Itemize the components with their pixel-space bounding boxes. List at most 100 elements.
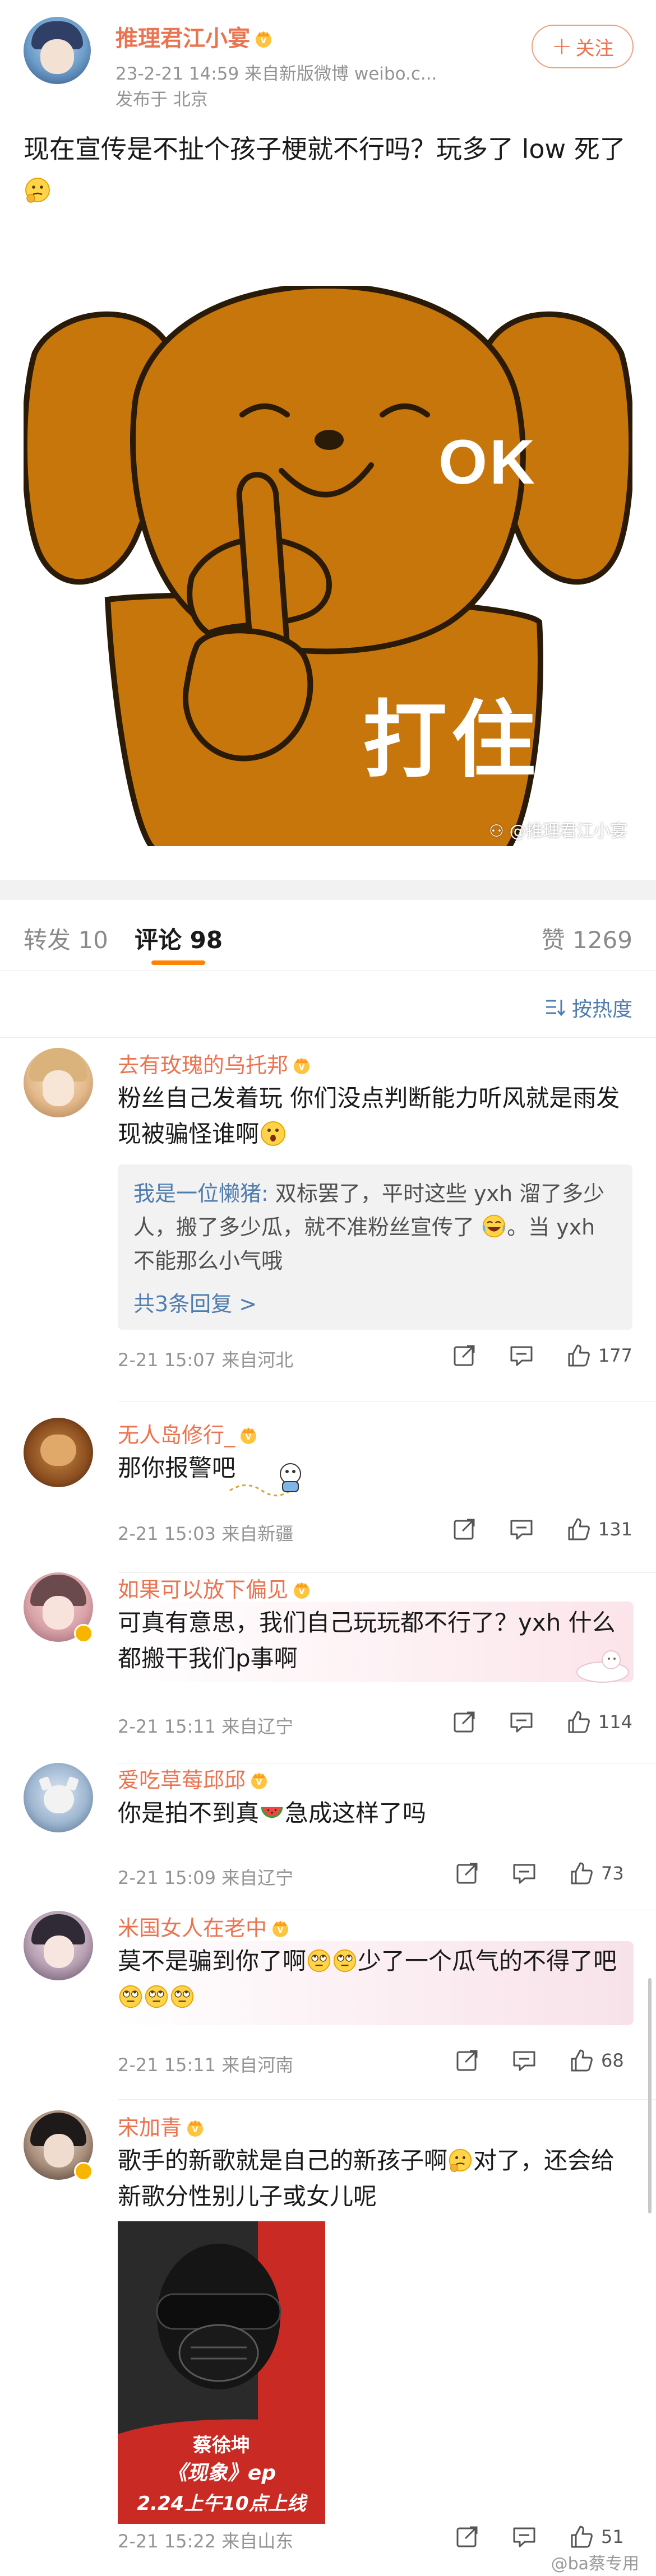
- comment-image[interactable]: 蔡徐坤 《现象》ep 2.24上午10点上线: [118, 2221, 325, 2524]
- plus-icon: +: [551, 32, 572, 61]
- crown-badge-icon: [270, 1919, 290, 1938]
- poster-avatar[interactable]: [24, 17, 91, 84]
- comment-meta: 2-21 15:11 来自河南: [118, 2054, 294, 2076]
- eyeroll-emoji-icon: [144, 1984, 169, 2009]
- like-icon[interactable]: [566, 1516, 592, 1542]
- commenter-avatar[interactable]: [24, 1763, 93, 1832]
- comment-item: 宋加青 歌手的新歌就是自己的新孩子啊 对了，还会给新歌分性别儿子或女儿呢 蔡徐坤 …: [0, 2110, 656, 2559]
- comment-actions: 73: [423, 1860, 632, 1886]
- comment-text-body: 可真有意思，我们自己玩玩都不行了？yxh 什么都搬干我们p事啊: [118, 1609, 616, 1672]
- comment-text-body: 那你报警吧: [118, 1454, 236, 1482]
- commenter-name[interactable]: 如果可以放下偏见: [118, 1572, 312, 1603]
- comment-meta: 2-21 15:09 来自辽宁: [118, 1867, 294, 1888]
- meme-text-stop: 打住: [363, 692, 540, 790]
- post-meta: 23-2-21 14:59 来自新版微博 weibo.c...: [116, 64, 437, 84]
- commenter-name-text[interactable]: 去有玫瑰的乌托邦: [118, 1053, 288, 1078]
- commenter-name-text[interactable]: 宋加青: [118, 2115, 182, 2140]
- like-count: 131: [598, 1519, 632, 1540]
- comment-text-body: 歌手的新歌就是自己的新孩子啊: [118, 2147, 448, 2174]
- share-icon[interactable]: [451, 1709, 477, 1735]
- like-icon[interactable]: [566, 1709, 592, 1735]
- share-icon[interactable]: [454, 2048, 480, 2073]
- commenter-name[interactable]: 无人岛修行_: [118, 1418, 258, 1449]
- post-location: 发布于 北京: [116, 90, 208, 110]
- view-replies-link[interactable]: 共3条回复 >: [133, 1287, 617, 1317]
- reply-author[interactable]: 我是一位懒猪:: [133, 1181, 269, 1206]
- dog-meme-illustration: [24, 286, 632, 846]
- commenter-avatar[interactable]: [24, 1911, 93, 1980]
- commenter-name-text[interactable]: 爱吃草莓邱邱: [118, 1768, 246, 1793]
- commenter-name[interactable]: 爱吃草莓邱邱: [118, 1763, 269, 1794]
- crown-badge-icon: [292, 1580, 312, 1599]
- sort-icon: [546, 1000, 566, 1017]
- poster-name-text[interactable]: 推理君江小宴: [116, 26, 250, 52]
- commenter-name[interactable]: 去有玫瑰的乌托邦: [118, 1048, 312, 1079]
- reply-icon[interactable]: [511, 2524, 537, 2550]
- tab-repost[interactable]: 转发 10: [24, 921, 108, 955]
- commenter-avatar[interactable]: [24, 1048, 93, 1117]
- album-artist: 蔡徐坤: [193, 2434, 250, 2457]
- commenter-name[interactable]: 宋加青: [118, 2110, 205, 2141]
- comment-actions: 114: [420, 1709, 632, 1735]
- comment-text: 你是拍不到真 急成这样了吗: [118, 1795, 622, 1831]
- verified-badge-icon: [74, 2162, 93, 2181]
- sort-by-hot-button[interactable]: 按热度: [544, 993, 632, 1022]
- commenter-name[interactable]: 米国女人在老中: [118, 1911, 290, 1942]
- image-watermark: ⚇ @推理君江小宴: [489, 817, 627, 842]
- comment-item: 去有玫瑰的乌托邦 粉丝自己发着玩 你们没点判断能力听风就是雨发现被骗怪谁啊 我是…: [0, 1048, 656, 1418]
- like-count: 177: [598, 1345, 632, 1366]
- comment-meta: 2-21 15:22 来自山东: [118, 2531, 294, 2552]
- thinking-emoji-icon: [447, 2147, 473, 2173]
- follow-button[interactable]: + 关注: [532, 25, 634, 68]
- comment-text: 莫不是骗到你了啊 少了一个瓜气的不得了吧: [118, 1943, 622, 2015]
- eyeroll-emoji-icon: [332, 1948, 358, 1974]
- laughing-emoji-icon: [481, 1213, 507, 1239]
- comment-actions: 177: [420, 1343, 632, 1368]
- like-icon[interactable]: [569, 2524, 594, 2550]
- commenter-avatar[interactable]: [24, 1418, 93, 1487]
- reply-icon[interactable]: [511, 2048, 537, 2073]
- reply-icon[interactable]: [509, 1343, 534, 1368]
- reply-text: 我是一位懒猪: 双标罢了，平时这些 yxh 溜了多少人，搬了多少瓜，就不准粉丝宣…: [133, 1177, 617, 1278]
- reply-preview[interactable]: 我是一位懒猪: 双标罢了，平时这些 yxh 溜了多少人，搬了多少瓜，就不准粉丝宣…: [118, 1164, 632, 1330]
- like-count: 68: [601, 2050, 624, 2071]
- commenter-name-text[interactable]: 如果可以放下偏见: [118, 1577, 288, 1602]
- like-icon[interactable]: [566, 1343, 592, 1368]
- reply-icon[interactable]: [511, 1860, 537, 1886]
- crown-badge-icon: [249, 1771, 269, 1790]
- comment-text: 粉丝自己发着玩 你们没点判断能力听风就是雨发现被骗怪谁啊: [118, 1080, 622, 1152]
- reply-icon[interactable]: [509, 1516, 534, 1542]
- like-icon[interactable]: [569, 2048, 594, 2073]
- comment-divider: [118, 2099, 656, 2100]
- reply-icon[interactable]: [509, 1709, 534, 1735]
- meme-text-ok: OK: [438, 427, 537, 497]
- share-icon[interactable]: [454, 2524, 480, 2550]
- eyeroll-emoji-icon: [118, 1984, 144, 2009]
- interaction-tabs: 转发 10 评论 98 赞 1269: [0, 900, 656, 971]
- tab-like[interactable]: 赞 1269: [542, 921, 632, 955]
- album-release-date: 2.24上午10点上线: [137, 2493, 306, 2515]
- bubble-decoration-icon: [576, 1650, 629, 1683]
- comment-actions: 131: [420, 1516, 632, 1542]
- share-icon[interactable]: [451, 1343, 477, 1368]
- share-icon[interactable]: [451, 1516, 477, 1542]
- album-title: 《现象》ep: [167, 2462, 276, 2485]
- eyeroll-emoji-icon: [169, 1984, 195, 2009]
- share-icon[interactable]: [454, 1860, 480, 1886]
- comment-item: 无人岛修行_ 那你报警吧 2-21 15:03 来自新疆 131: [0, 1418, 656, 1580]
- like-count: 51: [601, 2526, 624, 2547]
- comment-meta: 2-21 15:03 来自新疆: [118, 1523, 294, 1544]
- comment-text: 歌手的新歌就是自己的新孩子啊 对了，还会给新歌分性别儿子或女儿呢: [118, 2143, 622, 2215]
- scrollbar-thumb[interactable]: [648, 1978, 652, 2213]
- comment-meta: 2-21 15:07 来自河北: [118, 1349, 294, 1371]
- active-tab-indicator: [151, 960, 205, 965]
- post-image[interactable]: OK 打住 ⚇ @推理君江小宴: [24, 286, 632, 846]
- commenter-name-text[interactable]: 无人岛修行_: [118, 1423, 235, 1447]
- like-icon[interactable]: [569, 1860, 594, 1886]
- tab-comment[interactable]: 评论 98: [135, 921, 223, 955]
- comment-item: 爱吃草莓邱邱 你是拍不到真 急成这样了吗 2-21 15:09 来自辽宁 73: [0, 1763, 656, 1914]
- commenter-name-text[interactable]: 米国女人在老中: [118, 1916, 267, 1941]
- comment-item: 如果可以放下偏见 可真有意思，我们自己玩玩都不行了？yxh 什么都搬干我们p事啊…: [0, 1572, 656, 1763]
- watermelon-emoji-icon: [259, 1800, 285, 1826]
- poster-name[interactable]: 推理君江小宴: [116, 20, 274, 53]
